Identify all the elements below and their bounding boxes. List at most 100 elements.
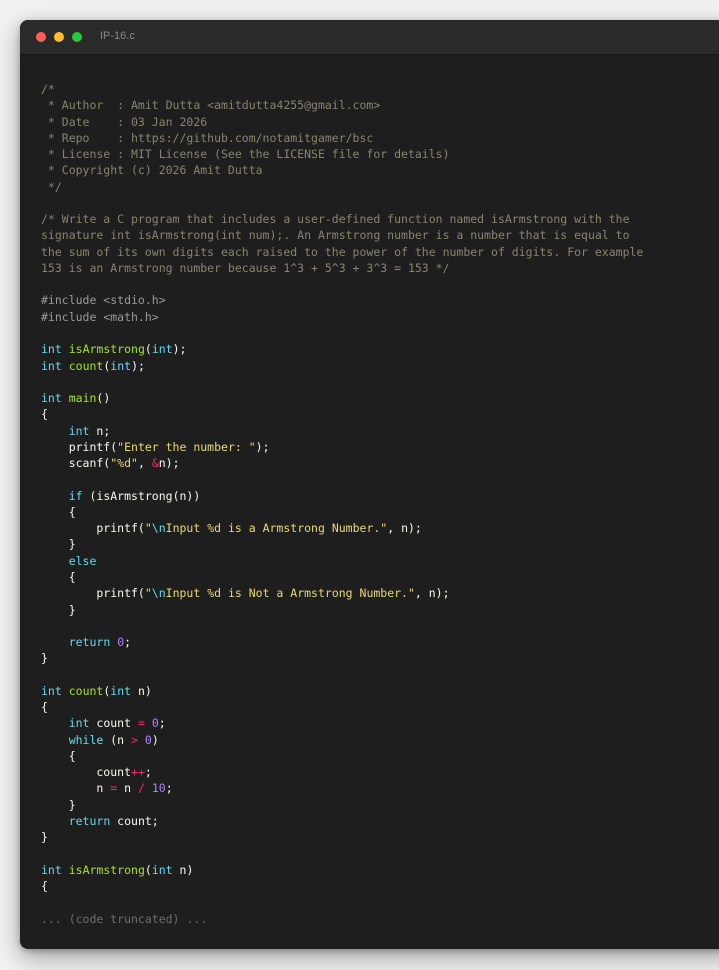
code-line: * License : MIT License (See the LICENSE… [41, 146, 643, 162]
code-token: ; [158, 716, 166, 731]
code-line: scanf("%d", &n); [41, 455, 643, 471]
code-token: printf( [41, 586, 145, 601]
code-token: 0 [144, 732, 152, 747]
code-token: " [144, 586, 152, 601]
title-bar: IP-16.c [20, 20, 719, 55]
code-line: #include <math.h> [41, 309, 643, 325]
code-token: (isArmstrong(n)) [82, 488, 201, 503]
code-token: #include <stdio.h> [41, 293, 166, 308]
code-token: int [68, 716, 90, 731]
code-token: { [41, 407, 48, 422]
code-token: count [68, 683, 104, 698]
code-token: & [151, 456, 159, 471]
code-line: n = n / 10; [41, 780, 643, 796]
code-token: / [137, 781, 145, 796]
minimize-window-button[interactable] [54, 32, 64, 42]
code-line: * Repo : https://github.com/notamitgamer… [41, 130, 643, 146]
code-token: ); [172, 342, 187, 357]
code-token: int [41, 358, 62, 373]
code-line: { [41, 569, 643, 585]
code-token: n [41, 781, 111, 796]
code-token: { [41, 504, 76, 519]
code-token: signature int isArmstrong(int num);. An … [41, 228, 630, 243]
code-token: , [137, 456, 152, 471]
code-token: ; [144, 765, 152, 780]
code-token: #include <math.h> [41, 309, 159, 324]
code-token: * Repo : https://github.com/notamitgamer… [41, 130, 374, 145]
code-line: if (isArmstrong(n)) [41, 488, 643, 504]
code-token: * License : MIT License (See the LICENSE… [41, 147, 450, 162]
window-title: IP-16.c [100, 30, 135, 42]
code-token: printf( [41, 521, 145, 536]
code-token: count [68, 358, 104, 373]
code-line: { [41, 406, 643, 422]
code-token: () [96, 391, 111, 406]
code-line: } [41, 602, 643, 618]
code-line: int isArmstrong(int n) [41, 862, 643, 878]
code-line: printf("\nInput %d is a Armstrong Number… [41, 520, 643, 536]
code-line: * Author : Amit Dutta <amitdutta4255@gma… [41, 97, 643, 113]
code-token: return [68, 813, 111, 828]
code-line: 153 is an Armstrong number because 1^3 +… [41, 260, 643, 276]
code-line: int count(int); [41, 358, 643, 374]
code-token: int [110, 683, 132, 698]
code-token: Input %d is a Armstrong Number." [165, 521, 388, 536]
code-line: else [41, 553, 643, 569]
code-line: /* Write a C program that includes a use… [41, 211, 643, 227]
code-token: "%d" [110, 456, 138, 471]
code-token: int [110, 358, 132, 373]
maximize-window-button[interactable] [72, 32, 82, 42]
code-token: ; [165, 781, 173, 796]
code-line: ... (code truncated) ... [41, 911, 643, 927]
code-token: int [41, 862, 62, 877]
code-area: /* * Author : Amit Dutta <amitdutta4255@… [41, 81, 643, 927]
code-token: ); [131, 358, 145, 373]
code-line: int isArmstrong(int); [41, 341, 643, 357]
code-token: */ [41, 179, 62, 194]
code-line: printf("\nInput %d is Not a Armstrong Nu… [41, 585, 643, 601]
code-token: 10 [151, 781, 166, 796]
code-line: return 0; [41, 634, 643, 650]
code-line: int count(int n) [41, 683, 643, 699]
code-token: int [151, 342, 173, 357]
code-token: int [41, 683, 62, 698]
code-line: int main() [41, 390, 643, 406]
code-token: \n [151, 521, 166, 536]
code-token: main [68, 391, 97, 406]
code-token: ) [151, 732, 159, 747]
code-token: * Author : Amit Dutta <amitdutta4255@gma… [41, 98, 381, 113]
code-line: { [41, 504, 643, 520]
code-token: n [117, 781, 138, 796]
code-token: \n [151, 586, 166, 601]
code-line: return count; [41, 813, 643, 829]
code-token: { [41, 700, 48, 715]
code-token: 0 [151, 716, 159, 731]
code-token: int [41, 391, 62, 406]
code-token: } [41, 537, 76, 552]
code-token: ++ [131, 765, 145, 780]
code-window: IP-16.c /* * Author : Amit Dutta <amitdu… [20, 20, 719, 949]
code-token: scanf( [41, 456, 111, 471]
code-token: n; [89, 423, 111, 438]
code-token: while [68, 732, 104, 747]
close-window-button[interactable] [36, 32, 46, 42]
code-token: { [41, 569, 76, 584]
